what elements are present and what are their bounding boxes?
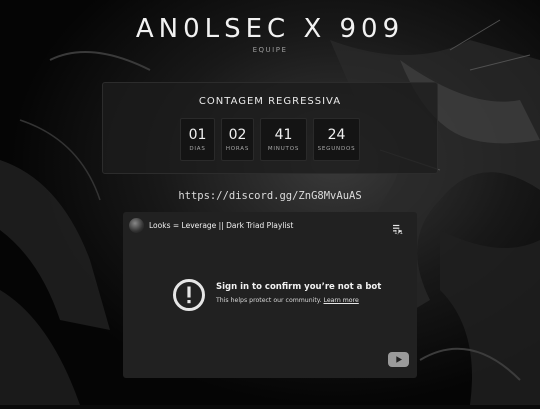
youtube-embed-player[interactable]: Looks = Leverage || Dark Triad Playlist … xyxy=(123,212,417,378)
countdown-minutes: 41 MINUTOS xyxy=(260,118,307,161)
countdown-seconds-label: SEGUNDOS xyxy=(317,146,356,152)
alert-circle-icon xyxy=(172,278,206,316)
page-subtitle: EQUIPE xyxy=(252,46,288,54)
countdown-seconds-value: 24 xyxy=(327,127,346,143)
countdown-minutes-label: MINUTOS xyxy=(267,146,300,152)
discord-invite-link[interactable]: https://discord.gg/ZnG8MvAuAS xyxy=(0,190,540,202)
countdown-days: 01 DIAS xyxy=(180,118,215,161)
signin-message-title: Sign in to confirm you’re not a bot xyxy=(216,282,382,292)
countdown-panel: CONTAGEM REGRESSIVA 01 DIAS 02 HORAS 41 … xyxy=(102,82,438,174)
signin-message-text: This helps protect our community. Learn … xyxy=(216,297,359,304)
countdown-hours-value: 02 xyxy=(228,127,247,143)
countdown-seconds: 24 SEGUNDOS xyxy=(313,118,360,161)
countdown-days-value: 01 xyxy=(188,127,207,143)
countdown-hours: 02 HORAS xyxy=(221,118,254,161)
playlist-count: 1/1 xyxy=(394,230,403,236)
page-title: AN0LSEC X 909 xyxy=(135,14,405,44)
channel-avatar[interactable] xyxy=(129,218,144,233)
video-title[interactable]: Looks = Leverage || Dark Triad Playlist xyxy=(149,221,293,230)
signin-message-body: This helps protect our community. xyxy=(216,297,322,304)
learn-more-link[interactable]: Learn more xyxy=(324,297,359,304)
youtube-logo-icon[interactable] xyxy=(388,352,409,371)
countdown-days-label: DIAS xyxy=(189,146,206,152)
countdown-hours-label: HORAS xyxy=(225,146,250,152)
countdown-title: CONTAGEM REGRESSIVA xyxy=(198,96,342,107)
countdown-minutes-value: 41 xyxy=(274,127,293,143)
